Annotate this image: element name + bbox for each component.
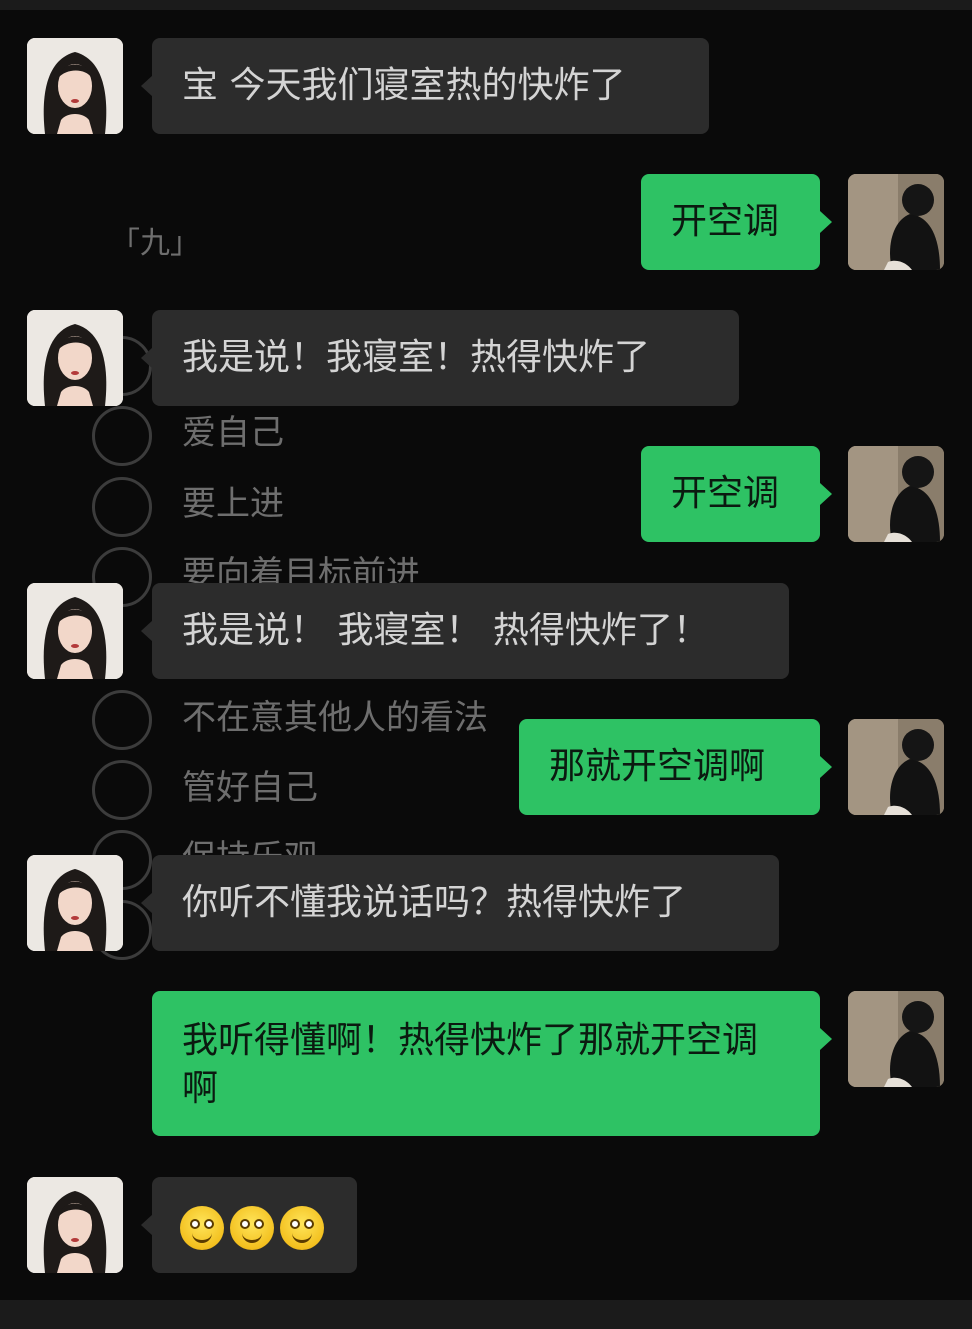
bubble-tail bbox=[820, 211, 832, 233]
message-bubble-incoming[interactable]: 宝 今天我们寝室热的快炸了 bbox=[152, 38, 709, 134]
status-bar-strip bbox=[0, 0, 972, 10]
girl-avatar[interactable] bbox=[27, 855, 123, 951]
ghost-checkbox bbox=[92, 760, 152, 820]
ghost-item: 要向着目标前进 bbox=[182, 554, 420, 584]
message-bubble-outgoing[interactable]: 那就开空调啊 bbox=[519, 719, 820, 815]
girl-avatar[interactable] bbox=[27, 310, 123, 406]
ghost-item: 要上进 bbox=[182, 484, 284, 524]
ghost-item: 不在意其他人的看法 bbox=[182, 698, 488, 738]
ghost-checkbox bbox=[92, 406, 152, 466]
boy-avatar[interactable] bbox=[848, 991, 944, 1087]
ghost-item: 管好自己 bbox=[182, 768, 318, 808]
smile-emoji-icon bbox=[230, 1206, 274, 1250]
message-bubble-incoming[interactable]: 你听不懂我说话吗？热得快炸了 bbox=[152, 855, 779, 951]
ghost-heading: 「九」 bbox=[110, 226, 200, 261]
girl-avatar[interactable] bbox=[27, 1177, 123, 1273]
message-bubble-outgoing[interactable]: 我听得懂啊！热得快炸了那就开空调啊 bbox=[152, 991, 820, 1136]
bubble-tail bbox=[820, 1028, 832, 1050]
boy-avatar[interactable] bbox=[848, 719, 944, 815]
message-bubble-incoming-emoji[interactable] bbox=[152, 1177, 357, 1273]
bubble-tail bbox=[820, 483, 832, 505]
ghost-checkbox bbox=[92, 477, 152, 537]
ghost-item: 爱自己 bbox=[182, 413, 284, 453]
smile-emoji-icon bbox=[180, 1206, 224, 1250]
bottom-bar-strip bbox=[0, 1300, 972, 1329]
girl-avatar[interactable] bbox=[27, 583, 123, 679]
message-bubble-outgoing[interactable]: 开空调 bbox=[641, 446, 820, 542]
boy-avatar[interactable] bbox=[848, 446, 944, 542]
ghost-checkbox bbox=[92, 690, 152, 750]
boy-avatar[interactable] bbox=[848, 174, 944, 270]
smile-emoji-icon bbox=[280, 1206, 324, 1250]
bubble-tail bbox=[820, 756, 832, 778]
girl-avatar[interactable] bbox=[27, 38, 123, 134]
message-bubble-outgoing[interactable]: 开空调 bbox=[641, 174, 820, 270]
message-bubble-incoming[interactable]: 我是说！ 我寝室！ 热得快炸了！ bbox=[152, 583, 789, 679]
message-bubble-incoming[interactable]: 我是说！我寝室！热得快炸了 bbox=[152, 310, 739, 406]
